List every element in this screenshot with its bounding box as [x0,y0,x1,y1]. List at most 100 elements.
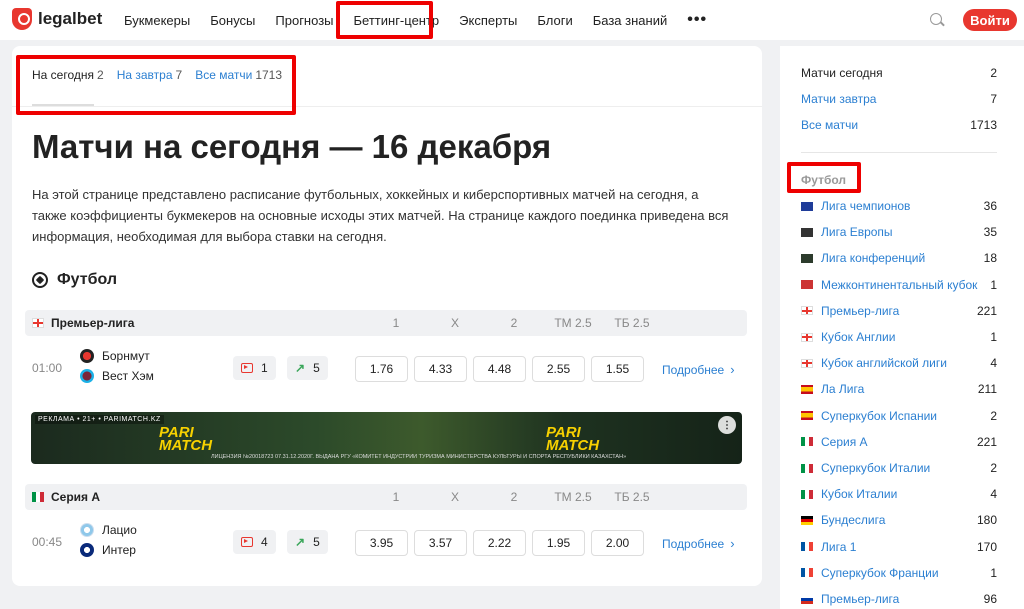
odd-1[interactable]: 3.95 [355,530,408,556]
sidebar-league-item[interactable]: Кубок английской лиги 4 [801,356,997,370]
sidebar-item-label: Все матчи [801,118,859,132]
sidebar-league-count: 221 [976,303,997,318]
nav-item-betting-center[interactable]: Беттинг-центр [354,13,440,28]
trend-pill[interactable]: ↗ 5 [287,356,328,380]
league-header-serie-a[interactable]: Серия А 1 X 2 ТМ 2.5 ТБ 2.5 [25,484,747,510]
trend-pill[interactable]: ↗ 5 [287,530,328,554]
odd-2[interactable]: 4.48 [473,356,526,382]
eu-flag-icon [801,201,813,211]
away-team: Вест Хэм [80,369,154,383]
league-header-premier-league[interactable]: Премьер-лига 1 X 2 ТМ 2.5 ТБ 2.5 [25,310,747,336]
sidebar-league-item[interactable]: Кубок Италии 4 [801,487,997,501]
more-link[interactable]: Подробнее › [662,362,735,377]
match-row[interactable]: 00:45 Лацио Интер 4 ↗ 5 3.95 3.57 2.22 1… [25,515,747,567]
match-row[interactable]: 01:00 Борнмут Вест Хэм 1 ↗ 5 1.76 4.33 4… [25,341,747,393]
col-head-tm: ТМ 2.5 [554,316,592,330]
odd-tb[interactable]: 1.55 [591,356,644,382]
de-flag-icon [801,515,813,525]
nav-item-bonuses[interactable]: Бонусы [210,13,255,28]
sidebar-league-item[interactable]: Кубок Англии 1 [801,330,997,344]
logo-icon [12,8,32,30]
sidebar-league-item[interactable]: Суперкубок Испании 2 [801,409,997,423]
sidebar-item-tomorrow[interactable]: Матчи завтра 7 [801,92,997,106]
col-head-x: X [450,316,459,330]
sidebar-league-item[interactable]: Премьер-лига 96 [801,592,997,606]
sidebar-league-item[interactable]: Лига чемпионов 36 [801,199,997,213]
sidebar-league-name: Суперкубок Испании [821,408,937,423]
sidebar-item-all[interactable]: Все матчи 1713 [801,118,997,132]
page-description: На этой странице представлено расписание… [32,187,729,244]
day-tabs: На сегодня 2 На завтра 7 Все матчи 1713 [32,68,295,82]
video-count: 1 [261,361,268,375]
more-menu-icon[interactable]: ••• [687,11,707,29]
col-head-1: 1 [392,316,400,330]
sidebar-league-count: 170 [976,539,997,554]
england-flag-icon [32,318,44,328]
more-link-text: Подробнее [662,363,725,377]
match-time: 00:45 [32,535,63,549]
sidebar-league-count: 221 [976,434,997,449]
sidebar-league-item[interactable]: Серия А 221 [801,435,997,449]
en-flag-icon [801,306,813,316]
logo-line2: MATCH [159,437,213,454]
chevron-right-icon: › [730,536,735,551]
sidebar-league-item[interactable]: Суперкубок Франции 1 [801,566,997,580]
sidebar-league-name: Суперкубок Франции [821,565,939,580]
lazio-logo-icon [80,523,94,537]
sidebar-league-count: 36 [983,199,997,213]
ad-banner[interactable]: РЕКЛАМА • 21+ • PARIMATCH.KZ PARI MATCH … [31,412,742,464]
sidebar-league-count: 2 [990,461,997,475]
video-pill[interactable]: 1 [233,356,276,380]
odd-tm[interactable]: 1.95 [532,530,585,556]
nav-item-knowledge-base[interactable]: База знаний [593,13,668,28]
odd-1[interactable]: 1.76 [355,356,408,382]
sidebar-league-item[interactable]: Межконтинентальный кубок 1 [801,278,997,292]
odd-2[interactable]: 2.22 [473,530,526,556]
video-pill[interactable]: 4 [233,530,276,554]
tab-tomorrow[interactable]: На завтра 7 [117,68,183,82]
nav-item-experts[interactable]: Эксперты [459,13,517,28]
sidebar-item-today[interactable]: Матчи сегодня 2 [801,66,997,80]
sidebar-league-name: Премьер-лига [821,303,900,318]
sidebar-league-item[interactable]: Лига 1 170 [801,540,997,554]
trend-count: 5 [313,535,320,549]
fr-flag-icon [801,542,813,552]
home-team: Лацио [80,523,137,537]
odd-tm[interactable]: 2.55 [532,356,585,382]
more-link[interactable]: Подробнее › [662,536,735,551]
sidebar-league-item[interactable]: Бундеслига 180 [801,513,997,527]
tab-all-matches[interactable]: Все матчи 1713 [195,68,282,82]
sidebar-league-count: 96 [983,592,997,606]
tab-today[interactable]: На сегодня 2 [32,68,104,82]
trend-count: 5 [313,361,320,375]
top-header: legalbet Букмекеры Бонусы Прогнозы Бетти… [0,0,1024,40]
home-team-name: Лацио [102,523,137,537]
sidebar-league-item[interactable]: Ла Лига 211 [801,382,997,396]
odd-x[interactable]: 3.57 [414,530,467,556]
sidebar-league-count: 180 [976,513,997,528]
sidebar-league-item[interactable]: Премьер-лига 221 [801,304,997,318]
inter-logo-icon [80,543,94,557]
sidebar-league-count: 35 [983,225,997,240]
video-icon [241,537,253,547]
sidebar-league-item[interactable]: Суперкубок Италии 2 [801,461,997,475]
video-icon [241,363,253,373]
ad-label: РЕКЛАМА • 21+ • PARIMATCH.KZ [35,415,164,424]
sidebar-league-count: 1 [990,277,997,292]
logo-line2: MATCH [546,437,600,454]
sidebar-league-item[interactable]: Лига Европы 35 [801,225,997,239]
nav-item-blogs[interactable]: Блоги [537,13,572,28]
nav-item-bookmakers[interactable]: Букмекеры [124,13,190,28]
sidebar-league-name: Кубок английской лиги [821,356,947,371]
ad-menu-icon[interactable]: ⋮ [718,416,736,434]
site-logo[interactable]: legalbet [12,8,102,30]
odd-x[interactable]: 4.33 [414,356,467,382]
sidebar-league-count: 18 [983,251,997,266]
league-name: Серия А [51,490,101,504]
search-icon[interactable] [930,13,942,25]
login-button[interactable]: Войти [963,9,1017,31]
sidebar-item-count: 1713 [970,118,997,132]
sidebar-league-item[interactable]: Лига конференций 18 [801,251,997,265]
odd-tb[interactable]: 2.00 [591,530,644,556]
nav-item-predictions[interactable]: Прогнозы [275,13,333,28]
